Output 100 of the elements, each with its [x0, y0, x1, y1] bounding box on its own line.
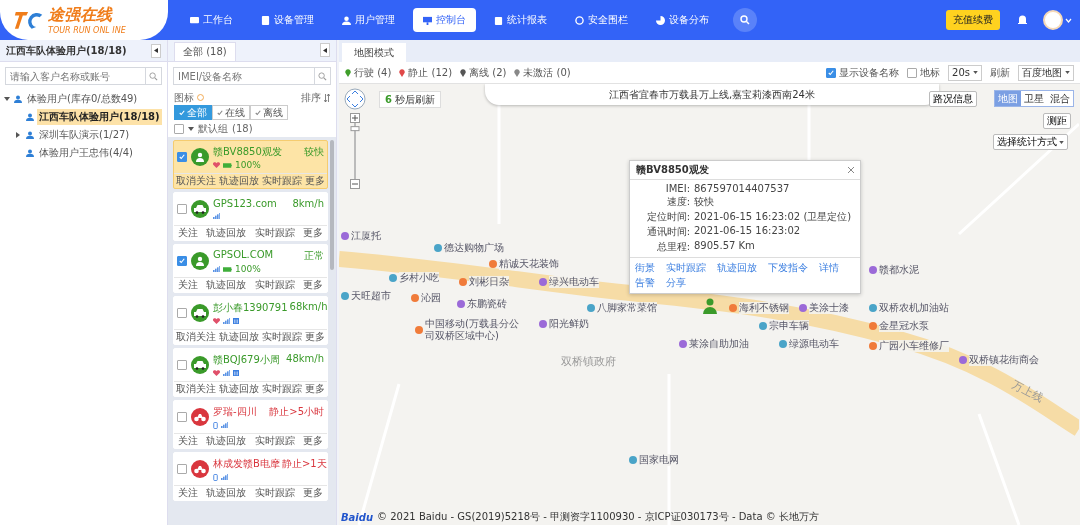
poi-marker-icon[interactable] — [799, 303, 807, 312]
card-action[interactable]: 实时跟踪 — [262, 382, 303, 396]
card-action[interactable]: 轨迹回放 — [206, 434, 247, 448]
close-button[interactable] — [848, 167, 854, 173]
sort-label[interactable]: 排序 — [301, 90, 321, 105]
poi-marker-icon[interactable] — [729, 303, 737, 312]
nav-tab[interactable]: 设备管理 — [251, 8, 324, 32]
poi-marker-icon[interactable] — [341, 291, 349, 300]
avatar[interactable] — [1043, 10, 1063, 30]
poi-marker-icon[interactable] — [779, 339, 787, 348]
poi-marker-icon[interactable] — [341, 231, 349, 240]
card-action[interactable]: 更多 — [302, 434, 323, 448]
card-action[interactable]: 更多 — [305, 382, 326, 396]
popup-link[interactable]: 详情 — [819, 261, 839, 275]
nav-tab[interactable]: 工作台 — [180, 8, 243, 32]
card-action[interactable]: 实时跟踪 — [254, 486, 295, 500]
card-action[interactable]: 取消关注 — [175, 330, 216, 344]
recharge-button[interactable]: 充值续费 — [946, 10, 1000, 30]
scrollbar[interactable] — [330, 140, 334, 270]
checkbox[interactable] — [177, 256, 187, 266]
checkbox[interactable] — [826, 67, 837, 78]
poi-marker-icon[interactable] — [539, 277, 547, 286]
checkbox[interactable] — [177, 412, 187, 422]
caret-down-icon[interactable] — [188, 126, 194, 131]
pan-control-icon[interactable] — [344, 88, 366, 110]
card-action[interactable]: 轨迹回放 — [206, 486, 247, 500]
card-action[interactable]: 实时跟踪 — [254, 434, 295, 448]
poi-marker-icon[interactable] — [389, 273, 397, 282]
checkbox[interactable] — [177, 204, 187, 214]
card-action[interactable]: 取消关注 — [175, 174, 216, 188]
caret-right-icon[interactable] — [16, 131, 20, 138]
nav-tab[interactable]: 统计报表 — [484, 8, 557, 32]
card-action[interactable]: 关注 — [178, 434, 199, 448]
nav-tab[interactable]: 安全围栏 — [565, 8, 638, 32]
caret-down-icon[interactable] — [4, 96, 10, 101]
interval-select[interactable]: 20s — [948, 64, 982, 81]
poi-marker-icon[interactable] — [539, 319, 547, 328]
card-action[interactable]: 轨迹回放 — [218, 174, 259, 188]
collapse-button[interactable] — [320, 43, 330, 57]
poi-marker-icon[interactable] — [457, 299, 465, 308]
popup-link[interactable]: 分享 — [666, 276, 686, 290]
card-action[interactable]: 更多 — [305, 174, 326, 188]
card-action[interactable]: 更多 — [305, 330, 326, 344]
sort-icon[interactable] — [324, 93, 330, 102]
poi-marker-icon[interactable] — [759, 321, 767, 330]
card-action[interactable]: 更多 — [302, 278, 323, 292]
zoom-slider[interactable] — [350, 113, 360, 189]
map-type-tab[interactable]: 混合 — [1047, 91, 1073, 106]
map-type-tab[interactable]: 卫星 — [1021, 91, 1047, 106]
card-action[interactable]: 实时跟踪 — [254, 226, 295, 240]
popup-link[interactable]: 告警 — [635, 276, 655, 290]
card-action[interactable]: 关注 — [178, 486, 199, 500]
poi-marker-icon[interactable] — [679, 339, 687, 348]
checkbox[interactable] — [177, 360, 187, 370]
poi-marker-icon[interactable] — [587, 303, 595, 312]
device-card[interactable]: GPSOL.COM 正常 100% 关注 轨迹回放 实时跟踪 更多 — [173, 244, 328, 293]
chevron-down-icon[interactable] — [1065, 17, 1072, 23]
card-action[interactable]: 轨迹回放 — [206, 226, 247, 240]
status-filter[interactable]: 在线 — [212, 105, 250, 120]
card-action[interactable]: 关注 — [178, 226, 199, 240]
device-card[interactable]: GPS123.com 8km/h 关注 轨迹回放 实时跟踪 更多 — [173, 192, 328, 241]
checkbox[interactable] — [177, 308, 187, 318]
statistics-select[interactable]: 选择统计方式 — [993, 134, 1068, 150]
card-action[interactable]: 实时跟踪 — [262, 330, 303, 344]
popup-link[interactable]: 实时跟踪 — [666, 261, 706, 275]
poi-marker-icon[interactable] — [411, 293, 419, 302]
traffic-button[interactable]: 路况信息 — [929, 91, 977, 107]
card-action[interactable]: 轨迹回放 — [218, 330, 259, 344]
device-tab[interactable]: 全部 (18) — [174, 42, 236, 61]
checkbox[interactable] — [907, 67, 918, 78]
nav-tab[interactable]: 设备分布 — [646, 8, 719, 32]
checkbox[interactable] — [177, 464, 187, 474]
map-mode-tab[interactable]: 地图模式 — [342, 43, 406, 62]
poi-marker-icon[interactable] — [629, 455, 637, 464]
popup-link[interactable]: 轨迹回放 — [717, 261, 757, 275]
tree-item[interactable]: 体验用户王忠伟(4/4) — [37, 144, 135, 161]
measure-button[interactable]: 测距 — [1043, 113, 1071, 129]
popup-link[interactable]: 下发指令 — [768, 261, 808, 275]
person-marker-icon[interactable] — [703, 298, 717, 314]
poi-marker-icon[interactable] — [459, 277, 467, 286]
bell-icon[interactable] — [1018, 15, 1027, 25]
device-search-box[interactable]: IMEI/设备名称 — [173, 67, 331, 85]
device-card[interactable]: 林成发赣B电摩 静止>1天 关注 轨迹回放 实时跟踪 更多 — [173, 452, 328, 501]
card-action[interactable]: 更多 — [302, 226, 323, 240]
poi-marker-icon[interactable] — [869, 303, 877, 312]
tree-item[interactable]: 深圳车队演示(1/27) — [37, 126, 132, 143]
tree-item[interactable]: 江西车队体验用户(18/18) — [37, 108, 162, 125]
tree-item[interactable]: 体验用户(库存0/总数49) — [25, 90, 140, 107]
status-filter[interactable]: 离线 — [250, 105, 288, 120]
poi-marker-icon[interactable] — [959, 355, 967, 364]
device-card[interactable]: 赣BV8850观发 较快 100% 取消关注 轨迹回放 实时跟踪 更多 — [173, 140, 328, 189]
card-action[interactable]: 更多 — [302, 486, 323, 500]
poi-marker-icon[interactable] — [869, 321, 877, 330]
card-action[interactable]: 实时跟踪 — [254, 278, 295, 292]
card-action[interactable]: 轨迹回放 — [206, 278, 247, 292]
card-action[interactable]: 实时跟踪 — [262, 174, 303, 188]
nav-tab[interactable]: 控制台 — [413, 8, 476, 32]
poi-marker-icon[interactable] — [869, 265, 877, 274]
poi-marker-icon[interactable] — [489, 259, 497, 268]
card-action[interactable]: 取消关注 — [175, 382, 216, 396]
